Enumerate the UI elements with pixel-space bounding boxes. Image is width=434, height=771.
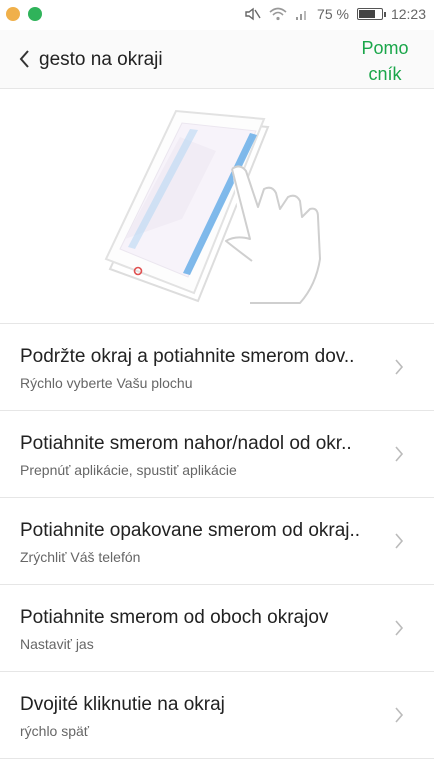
setting-subtitle: Zrýchliť Váš telefón [20, 549, 141, 565]
setting-title: Potiahnite opakovane smerom od okraj.. [20, 520, 361, 541]
setting-hold-and-swipe-down[interactable]: Podržte okraj a potiahnite smerom dov.. … [0, 324, 434, 411]
setting-swipe-repeatedly[interactable]: Potiahnite opakovane smerom od okraj.. Z… [0, 498, 434, 585]
battery-percent: 75 % [317, 6, 349, 22]
status-icons: 75 % 12:23 [245, 6, 426, 22]
setting-subtitle: rýchlo späť [20, 723, 90, 739]
app-notification-icon [6, 7, 20, 21]
hangouts-icon [28, 7, 42, 21]
setting-subtitle: Nastaviť jas [20, 636, 94, 652]
setting-title: Potiahnite smerom nahor/nadol od okr.. [20, 433, 352, 454]
setting-title: Podržte okraj a potiahnite smerom dov.. [20, 346, 355, 367]
phone-edge-gesture-illustration [104, 109, 321, 304]
setting-double-tap-edge[interactable]: Dvojité kliknutie na okraj rýchlo späť [0, 672, 434, 759]
gesture-illustration [0, 89, 434, 323]
setting-subtitle: Prepnúť aplikácie, spustiť aplikácie [20, 462, 237, 478]
clock: 12:23 [390, 6, 426, 22]
mute-icon [245, 7, 261, 21]
app-bar: gesto na okraji Pomocník [0, 30, 434, 89]
battery-icon [356, 8, 386, 20]
chevron-left-icon[interactable] [14, 46, 36, 72]
setting-subtitle: Rýchlo vyberte Vašu plochu [20, 375, 193, 391]
chevron-right-icon [395, 620, 404, 636]
status-bar: 75 % 12:23 [0, 0, 434, 30]
setting-swipe-both-edges[interactable]: Potiahnite smerom od oboch okrajov Nasta… [0, 585, 434, 672]
help-button[interactable]: Pomocník [358, 35, 412, 87]
chevron-right-icon [395, 707, 404, 723]
setting-title: Dvojité kliknutie na okraj [20, 694, 225, 715]
wifi-icon [269, 7, 287, 21]
notification-icons [6, 7, 42, 21]
page-title: gesto na okraji [39, 49, 163, 70]
setting-swipe-up-down[interactable]: Potiahnite smerom nahor/nadol od okr.. P… [0, 411, 434, 498]
chevron-right-icon [395, 446, 404, 462]
edge-gesture-settings-list: Podržte okraj a potiahnite smerom dov.. … [0, 324, 434, 759]
chevron-right-icon [395, 533, 404, 549]
chevron-right-icon [395, 359, 404, 375]
setting-title: Potiahnite smerom od oboch okrajov [20, 607, 329, 628]
signal-icon [296, 11, 307, 20]
